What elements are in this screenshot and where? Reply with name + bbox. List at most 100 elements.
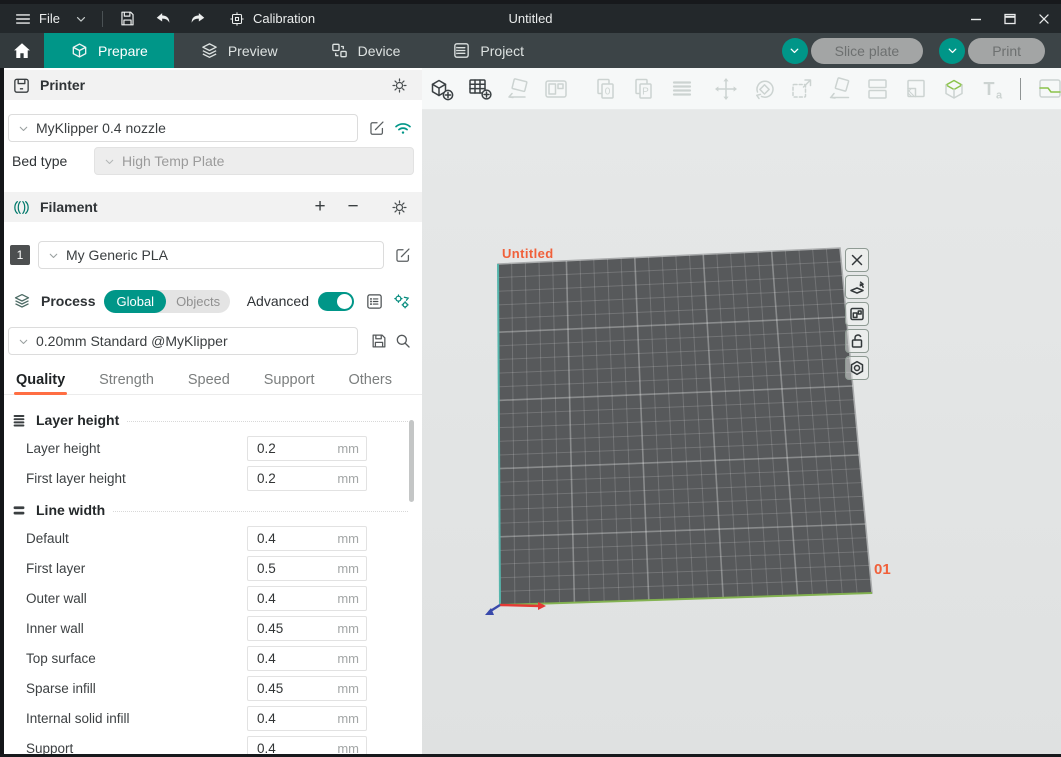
add-plate-button[interactable] [466,75,494,103]
chevron-down-icon [946,44,959,57]
save-preset-button[interactable] [368,330,390,352]
add-filament-button[interactable]: + [308,196,332,218]
search-preset-button[interactable] [392,330,414,352]
list-icon [365,292,384,311]
scale-icon [788,75,816,103]
scope-global-option[interactable]: Global [104,290,166,313]
lock-plate-button[interactable] [845,329,869,353]
setting-label: Inner wall [26,621,247,636]
file-menu-dropdown-button[interactable] [66,4,96,33]
group-divider [127,421,408,422]
calibration-label: Calibration [253,11,315,26]
calibration-button[interactable]: Calibration [228,10,315,28]
process-preset-select[interactable]: 0.20mm Standard @MyKlipper [8,327,358,355]
maximize-button[interactable] [993,4,1027,33]
filament-section-header: Filament + − [0,192,422,222]
3d-canvas[interactable]: Untitled 01 [422,110,1061,757]
advanced-toggle[interactable] [318,292,354,311]
tab-device[interactable]: Device [304,33,427,68]
print-options-dropdown-button[interactable] [939,38,965,64]
edit-printer-preset-button[interactable] [366,117,388,139]
print-split-button: Print [939,38,1045,64]
internal-solid-infill-input[interactable]: 0.4mm [247,706,367,731]
bed-type-select[interactable]: High Temp Plate [94,147,414,175]
top-surface-input[interactable]: 0.4mm [247,646,367,671]
chevron-down-icon [103,155,116,168]
arrange-objects-button [542,75,570,103]
printer-preset-select[interactable]: MyKlipper 0.4 nozzle [8,114,358,142]
filament-settings-button[interactable] [388,196,410,218]
plate-settings-button[interactable] [845,356,869,380]
inner-wall-input[interactable]: 0.45mm [247,616,367,641]
first-layer-height-input[interactable]: 0.2mm [247,466,367,491]
process-tab-others[interactable]: Others [348,372,392,394]
project-icon [452,41,471,60]
search-settings-button[interactable] [390,290,412,312]
plate-number-label: 01 [874,561,891,578]
sidebar-scrollbar[interactable] [409,420,414,502]
printer-settings-button[interactable] [388,74,410,96]
floppy-icon [370,332,388,350]
file-menu-button[interactable]: File [8,4,66,33]
svg-text:T: T [984,79,995,99]
process-tab-quality[interactable]: Quality [16,372,65,394]
rotate-icon [750,75,778,103]
home-button[interactable] [0,33,44,68]
remove-filament-button[interactable]: − [341,196,365,218]
setting-unit: mm [337,561,366,576]
filament-slot-number: 1 [10,245,30,265]
first-layer-input[interactable]: 0.5mm [247,556,367,581]
tab-label: Preview [228,43,278,59]
delete-plate-button[interactable] [845,248,869,272]
setting-label: Sparse infill [26,681,247,696]
process-tab-support[interactable]: Support [264,372,315,394]
setting-row: First layer height0.2mm [0,463,422,493]
slice-plate-split-button: Slice plate [782,38,924,64]
tab-prepare[interactable]: Prepare [44,33,174,68]
save-button[interactable] [115,4,141,33]
setting-row: Internal solid infill0.4mm [0,703,422,733]
filament-preset-select[interactable]: My Generic PLA [38,241,384,269]
outer-wall-input[interactable]: 0.4mm [247,586,367,611]
close-icon [1035,10,1053,28]
maximize-icon [1000,9,1020,29]
orient-plate-button[interactable] [845,275,869,299]
tab-project[interactable]: Project [426,33,550,68]
layer-height-icon [10,411,28,429]
scope-objects-option[interactable]: Objects [166,290,230,313]
scale-button [788,75,816,103]
layer-height-input[interactable]: 0.2mm [247,436,367,461]
fill-color-icon [902,75,930,103]
window-left-border [0,68,4,757]
close-button[interactable] [1027,4,1061,33]
group-title: Line width [36,502,105,518]
arrange-plate-button[interactable] [845,302,869,326]
rotate-button [750,75,778,103]
process-tab-speed[interactable]: Speed [188,372,230,394]
build-plate[interactable] [422,110,1061,756]
undo-button[interactable] [150,4,176,33]
print-button[interactable]: Print [968,38,1045,64]
edit-filament-preset-button[interactable] [392,244,414,266]
chevron-down-icon [47,249,60,262]
detailed-list-button[interactable] [363,290,385,312]
slice-plate-button[interactable]: Slice plate [811,38,924,64]
add-object-button[interactable] [428,75,456,103]
process-tab-strength[interactable]: Strength [99,372,154,394]
tab-preview[interactable]: Preview [174,33,304,68]
printer-connection-button[interactable] [392,117,414,139]
chevron-down-icon [17,335,30,348]
minimize-button[interactable] [959,4,993,33]
sparse-infill-input[interactable]: 0.45mm [247,676,367,701]
process-layers-icon [12,291,32,311]
setting-label: Internal solid infill [26,711,247,726]
setting-value: 0.4 [248,591,337,606]
preview-icon [200,41,219,60]
process-preset-value: 0.20mm Standard @MyKlipper [36,333,228,349]
move-button [712,75,740,103]
slice-options-dropdown-button[interactable] [782,38,808,64]
settings-panel: Layer heightLayer height0.2mmFirst layer… [0,395,422,757]
app-window: File [0,0,1061,757]
default-input[interactable]: 0.4mm [247,526,367,551]
redo-button[interactable] [185,4,211,33]
